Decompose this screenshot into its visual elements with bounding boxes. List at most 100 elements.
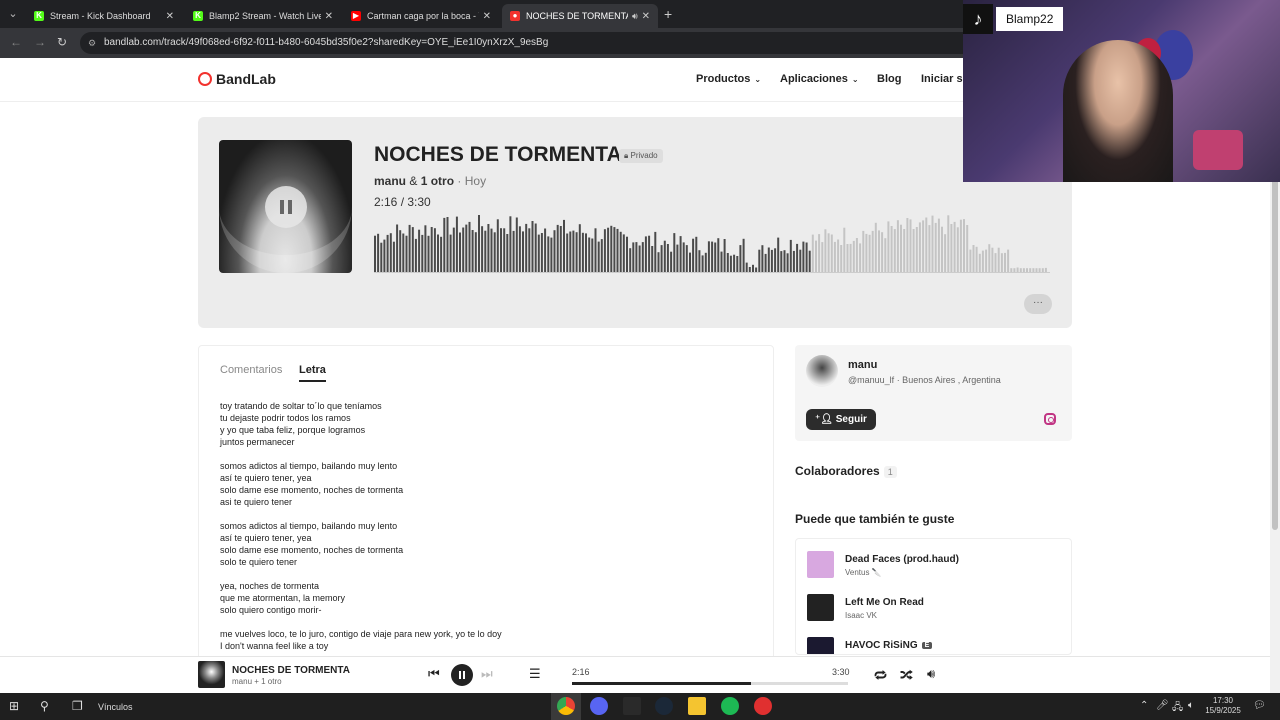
bandlab-logo[interactable]: BandLab [198,71,276,87]
recommended-track[interactable]: HAVOC RiSiNGE FLUXOG [807,637,1057,654]
next-track-icon[interactable]: ⏭︎ [481,666,493,682]
browser-tab[interactable]: K Blamp2 Stream - Watch Live on ✕ [185,4,341,28]
player-pause-button[interactable] [451,664,473,686]
waveform-bar [963,219,965,273]
recommended-track-thumbnail[interactable] [807,637,834,654]
tab-search-chevron-icon[interactable]: ⌄ [4,5,22,23]
waveform-bar [594,228,597,273]
nav-aplicaciones[interactable]: Aplicaciones ⌄ [780,73,859,85]
player-cover-thumbnail[interactable] [198,661,225,688]
waveform-bar [922,220,925,273]
steam-icon[interactable] [655,697,673,715]
recommended-track[interactable]: Dead Faces (prod.haud) Ventus 🔪 [807,551,1057,579]
volume-icon[interactable]: 🔊︎ [927,666,935,682]
recommended-track-title: HAVOC RiSiNG [845,640,918,651]
reload-icon[interactable]: ↻ [57,35,67,49]
nav-login[interactable]: Iniciar se [921,73,969,85]
waveform-bar [493,232,496,273]
waveform-bar [837,239,840,273]
player-progress-slider[interactable] [572,682,848,685]
shuffle-icon[interactable]: 🔀︎ [900,666,913,685]
previous-track-icon[interactable]: ⏮︎ [428,666,440,682]
player-current-time: 2:16 [572,667,590,677]
close-tab-icon[interactable]: ✕ [642,11,650,22]
waveform-bar [500,228,502,273]
back-arrow-icon[interactable]: ← [10,35,22,49]
other-artists-link[interactable]: 1 otro [421,174,454,188]
more-options-button[interactable]: ··· [1024,294,1052,314]
forward-arrow-icon[interactable]: → [34,35,46,49]
cover-pause-button[interactable] [265,186,307,228]
player-track-artist[interactable]: manu + 1 otro [232,677,282,686]
player-track-title[interactable]: NOCHES DE TORMENTA [232,665,350,676]
waveform-bar [531,221,534,273]
recommended-track[interactable]: Left Me On Read Isaac VK [807,594,1057,622]
nav-blog[interactable]: Blog [877,73,901,85]
address-bar[interactable]: ⚙ bandlab.com/track/49f068ed-6f92-f011-b… [80,32,980,54]
speaker-icon[interactable]: 🔈︎ [1188,700,1194,711]
waveform-bar [377,233,380,273]
search-icon[interactable]: ⚲ [40,699,49,713]
waveform-bar [446,217,449,273]
site-info-icon[interactable]: ⚙ [88,32,96,54]
repeat-icon[interactable]: 🔁︎ [874,666,887,685]
waveform-bar [761,245,764,273]
network-icon[interactable]: 🖧︎ [1172,700,1183,717]
close-tab-icon[interactable]: ✕ [483,11,491,22]
tiktok-icon: ♪ [963,4,993,34]
waveform-bar [522,231,524,273]
instagram-icon[interactable] [1044,413,1056,425]
close-tab-icon[interactable]: ✕ [325,11,333,22]
explicit-badge: E [921,642,933,649]
waveform-bar [585,233,587,273]
waveform[interactable] [374,213,1050,273]
recommended-track-thumbnail[interactable] [807,594,834,621]
microphone-icon[interactable]: 🎤︎ [1156,700,1169,711]
links-toolbar[interactable]: Vínculos [98,702,133,712]
browser-tab[interactable]: ● NOCHES DE TORMENTA po 🔊︎ ✕ [502,4,658,28]
waveform-bar [651,246,654,273]
waveform-bar [380,242,383,273]
recommended-track-thumbnail[interactable] [807,551,834,578]
track-cover-art[interactable] [219,140,352,273]
waveform-bar [770,249,773,273]
epic-games-icon[interactable] [623,697,641,715]
artist-profile-card: manu @manuu_lf · Buenos Aires , Argentin… [795,345,1072,441]
waveform-bar [459,232,461,273]
waveform-bar [682,242,685,273]
waveform-bar [638,245,641,273]
tab-audio-icon[interactable]: 🔊︎ [632,11,638,22]
file-explorer-icon[interactable] [688,697,706,715]
waveform-bar [679,236,682,273]
waveform-bar [698,250,701,273]
waveform-bar [597,241,600,273]
pause-icon-bar [280,200,284,214]
chrome-icon[interactable] [557,697,575,715]
waveform-bar [884,238,887,273]
discord-icon[interactable] [590,697,608,715]
tray-chevron-icon[interactable]: ⌃ [1140,700,1148,711]
waveform-bar [663,240,666,273]
waveform-bar [629,248,632,273]
tab-letra[interactable]: Letra [299,364,326,382]
notification-icon[interactable]: 💬︎ [1253,700,1266,711]
tab-comentarios[interactable]: Comentarios [220,364,282,376]
browser-tab[interactable]: ▶ Cartman caga por la boca - You ✕ [343,4,499,28]
close-tab-icon[interactable]: ✕ [166,11,174,22]
system-clock[interactable]: 17:30 15/9/2025 [1200,696,1246,716]
profile-name[interactable]: manu [848,359,877,371]
artist-link[interactable]: manu [374,174,406,188]
queue-icon[interactable]: ☰ [529,666,541,682]
windows-start-icon[interactable]: ⊞ [9,699,19,713]
new-tab-plus-icon[interactable]: + [664,6,672,22]
avatar[interactable] [806,355,838,387]
browser-tab[interactable]: K Stream - Kick Dashboard ✕ [26,4,182,28]
waveform-bar [868,234,871,273]
follow-button[interactable]: ⁺👤︎ Seguir [806,409,876,430]
spotify-icon[interactable] [721,697,739,715]
app-icon[interactable] [754,697,772,715]
collaborators-heading[interactable]: Colaboradores 1 [795,464,897,478]
task-view-icon[interactable]: ❐ [72,699,83,713]
waveform-bar [941,226,943,273]
nav-productos[interactable]: Productos ⌄ [696,73,761,85]
